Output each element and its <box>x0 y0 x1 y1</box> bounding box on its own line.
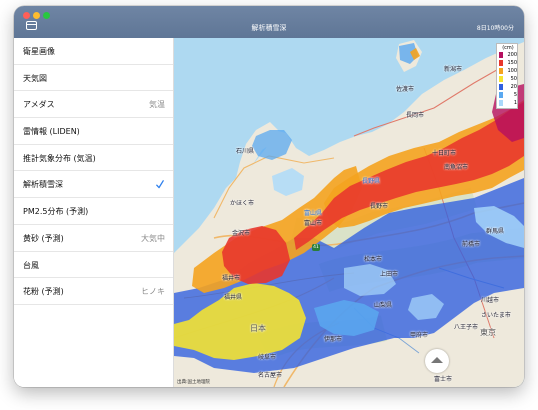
map-label-matsumoto: 松本市 <box>364 256 383 263</box>
legend-value: 1 <box>513 100 517 106</box>
sidebar-item-yellow-sand[interactable]: 黄砂 (予測) 大気中 <box>14 225 173 252</box>
legend-item: 200 <box>499 52 517 58</box>
map-label-gifu: 岐阜市 <box>258 354 277 361</box>
legend-swatch <box>499 68 503 74</box>
sidebar-item-label: 解析積雪深 <box>23 180 63 190</box>
checkmark-icon <box>156 180 164 189</box>
sidebar-item-detail: 気温 <box>149 100 165 110</box>
map-label-kanazawa: 金沢市 <box>232 230 251 237</box>
sidebar-item-amedas[interactable]: アメダス 気温 <box>14 91 173 119</box>
map-attribution: 出典:国土地理院 <box>177 380 211 385</box>
map-label-tokyo: 東京 <box>480 328 496 337</box>
legend-value: 200 <box>507 52 517 58</box>
map-label-japan: 日本 <box>250 324 266 333</box>
route-41-badge: 41 <box>312 244 320 251</box>
sidebar-item-typhoon[interactable]: 台風 <box>14 252 173 279</box>
location-arrow-icon <box>431 357 443 363</box>
map-label-nagoya: 名古屋市 <box>258 372 283 379</box>
sidebar-item-estimated-weather[interactable]: 推計気象分布 (気温) <box>14 145 173 172</box>
sidebar-item-label: 雷情報 (LIDEN) <box>23 127 80 137</box>
zoom-window-button[interactable] <box>43 12 50 19</box>
legend-swatch <box>499 76 503 82</box>
map-label-saitama: さいたま市 <box>481 312 511 319</box>
sidebar-item-label: 台風 <box>23 260 39 270</box>
map-canvas[interactable] <box>174 38 524 387</box>
snow-depth-map[interactable]: (cm) 200 150 100 50 20 5 1 新潟市 佐渡市 長岡市 十… <box>174 38 524 387</box>
map-label-toyama: 富山市 <box>304 220 323 227</box>
map-label-gunma: 群馬県 <box>486 228 505 235</box>
map-label-kahoku: かほく市 <box>230 200 255 207</box>
map-label-ina: 伊那市 <box>324 336 343 343</box>
sidebar-item-label: 推計気象分布 (気温) <box>23 153 96 163</box>
map-label-maebashi: 前橋市 <box>462 241 481 248</box>
sidebar-item-snow-depth[interactable]: 解析積雪深 <box>14 171 173 199</box>
legend-item: 150 <box>499 60 517 66</box>
map-label-ueda: 上田市 <box>380 271 399 278</box>
map-label-fuji: 富士市 <box>434 376 453 383</box>
sidebar-item-label: 黄砂 (予測) <box>23 233 64 243</box>
sidebar-item-pollen[interactable]: 花粉 (予測) ヒノキ <box>14 278 173 305</box>
map-label-toyama-pref: 富山県 <box>304 210 323 217</box>
legend-value: 5 <box>513 92 517 98</box>
map-label-fukui-pref: 福井県 <box>224 294 243 301</box>
map-label-nagano: 長野市 <box>370 203 389 210</box>
sidebar-item-label: PM2.5分布 (予測) <box>23 207 89 217</box>
legend-item: 1 <box>499 100 517 106</box>
sidebar-item-label: 衛星画像 <box>23 47 55 56</box>
legend-swatch <box>499 84 503 90</box>
legend-value: 150 <box>507 60 517 66</box>
map-label-ishikawa: 石川県 <box>236 148 255 155</box>
map-label-minamiuonuma: 南魚沼市 <box>444 164 469 171</box>
legend-value: 50 <box>510 76 517 82</box>
minimize-window-button[interactable] <box>33 12 40 19</box>
map-label-sado: 佐渡市 <box>396 86 415 93</box>
sidebar-item-pm25[interactable]: PM2.5分布 (予測) <box>14 198 173 225</box>
legend-item: 20 <box>499 84 517 90</box>
legend-unit: (cm) <box>502 45 514 51</box>
map-label-nagaoka: 長岡市 <box>406 112 425 119</box>
legend-swatch <box>499 60 503 66</box>
legend-swatch <box>499 100 503 106</box>
sidebar-item-label: アメダス <box>23 100 55 110</box>
map-label-kawagoe: 川越市 <box>481 297 500 304</box>
close-window-button[interactable] <box>23 12 30 19</box>
map-label-kofu: 甲府市 <box>410 332 429 339</box>
window-title: 解析積雪深 <box>251 24 287 32</box>
sidebar-item-label: 天気図 <box>23 73 47 83</box>
sidebar-item-detail: ヒノキ <box>141 287 165 297</box>
legend-value: 20 <box>510 84 517 90</box>
map-label-nagano-pref: 長野県 <box>362 178 381 185</box>
title-bar: 解析積雪深 8日10時00分 <box>14 6 524 38</box>
legend-swatch <box>499 92 503 98</box>
sidebar-item-lightning[interactable]: 雷情報 (LIDEN) <box>14 118 173 145</box>
sidebar-item-label: 花粉 (予測) <box>23 287 64 297</box>
sidebar: 衛星画像 天気図 アメダス 気温 雷情報 (LIDEN) 推計気象分布 (気温) … <box>14 38 174 387</box>
map-label-hachioji: 八王子市 <box>454 324 479 331</box>
timestamp: 8日10時00分 <box>476 25 514 32</box>
location-button[interactable] <box>425 349 449 373</box>
map-label-yamanashi: 山梨県 <box>374 302 393 309</box>
legend-swatch <box>499 52 503 58</box>
app-window: 解析積雪深 8日10時00分 衛星画像 天気図 アメダス 気温 雷情報 (LIDE… <box>14 6 524 387</box>
legend-value: 100 <box>507 68 517 74</box>
legend-item: 50 <box>499 76 517 82</box>
legend-item: 5 <box>499 92 517 98</box>
map-label-tokamachi: 十日町市 <box>432 150 457 157</box>
map-label-fukui: 福井市 <box>222 275 241 282</box>
map-label-niigata: 新潟市 <box>444 66 463 73</box>
sidebar-item-detail: 大気中 <box>141 233 165 243</box>
sidebar-item-satellite[interactable]: 衛星画像 <box>14 38 173 65</box>
legend-item: 100 <box>499 68 517 74</box>
snow-depth-legend: (cm) 200 150 100 50 20 5 1 <box>496 43 518 109</box>
sidebar-item-weather-chart[interactable]: 天気図 <box>14 65 173 92</box>
